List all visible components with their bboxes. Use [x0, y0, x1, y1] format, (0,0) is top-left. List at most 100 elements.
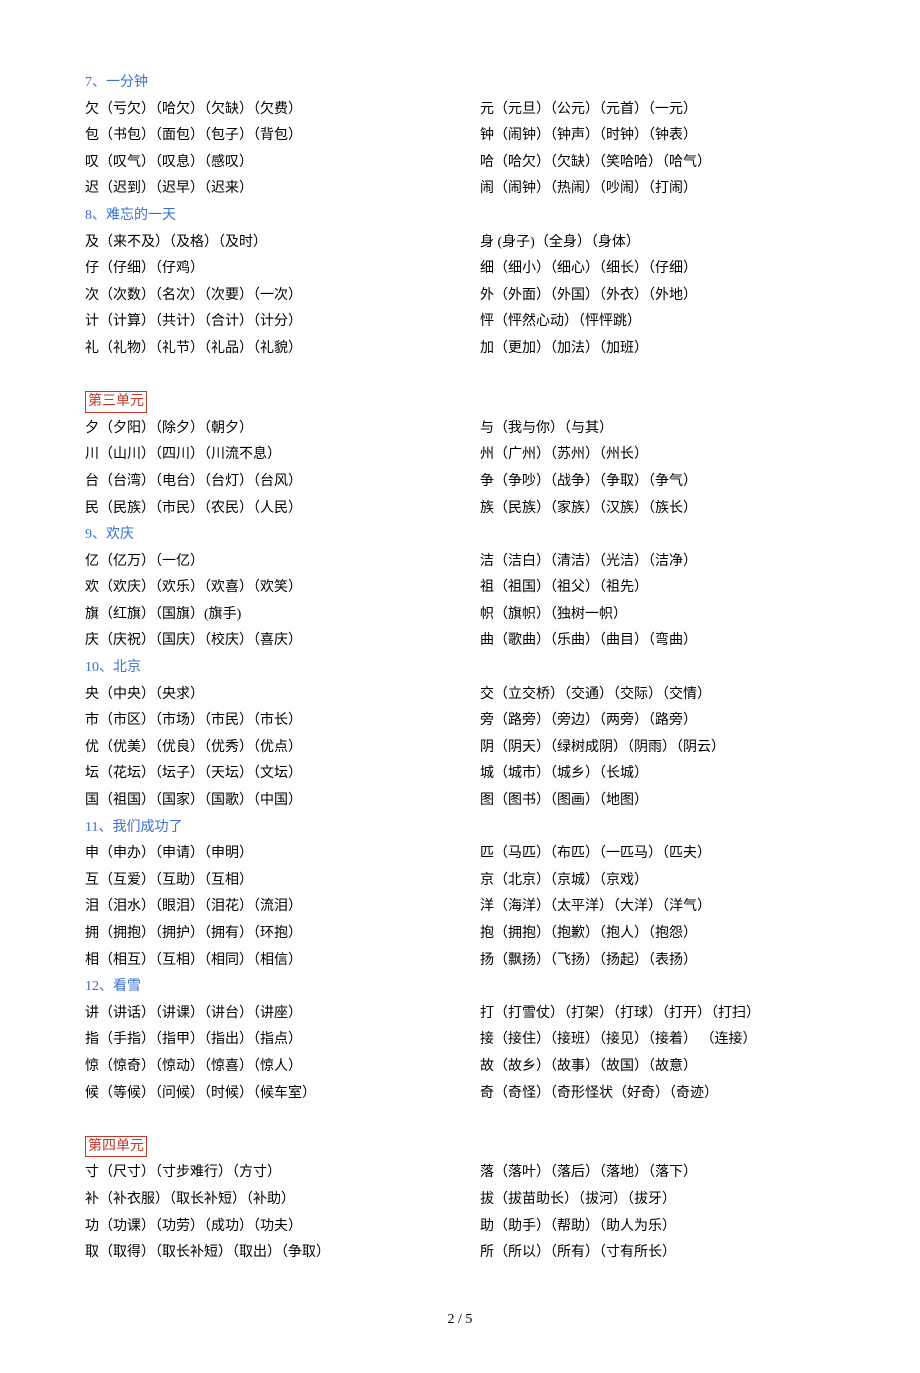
section-heading: 11、我们成功了 — [85, 820, 182, 835]
left-cell: 包（书包）（面包）（包子）（背包） — [85, 123, 480, 150]
left-cell: 候（等候）（问候）（时候）（候车室） — [85, 1081, 480, 1108]
right-cell: 打（打雪仗）（打架）（打球）（打开）（打扫） — [480, 1001, 835, 1028]
text-row: 坛（花坛）（坛子）（天坛）（文坛）城（城市）（城乡）（长城） — [85, 761, 835, 788]
left-cell: 惊（惊奇）（惊动）（惊喜）（惊人） — [85, 1054, 480, 1081]
left-cell: 及（来不及）（及格）（及时） — [85, 230, 480, 257]
left-cell: 台（台湾）（电台）（台灯）（台风） — [85, 469, 480, 496]
left-cell: 川（山川）（四川）（川流不息） — [85, 442, 480, 469]
text-row: 包（书包）（面包）（包子）（背包）钟（闹钟）（钟声）（时钟）（钟表） — [85, 123, 835, 150]
right-cell: 族（民族）（家族）（汉族）（族长） — [480, 496, 835, 523]
left-cell: 夕（夕阳）（除夕）（朝夕） — [85, 416, 480, 443]
text-row: 10、北京 — [85, 655, 835, 682]
text-row: 补（补衣服）（取长补短）（补助）拔（拔苗助长）（拔河）（拔牙） — [85, 1187, 835, 1214]
section-heading: 12、看雪 — [85, 979, 141, 994]
left-cell — [85, 1107, 480, 1134]
text-row: 欠（亏欠）（哈欠）（欠缺）（欠费）元（元旦）（公元）（元首）（一元） — [85, 97, 835, 124]
left-cell: 相（相互）（互相）（相同）（相信） — [85, 948, 480, 975]
left-cell: 9、欢庆 — [85, 522, 480, 549]
right-cell: 身 (身子)（全身）（身体） — [480, 230, 835, 257]
left-cell: 庆（庆祝）（国庆）（校庆）（喜庆） — [85, 628, 480, 655]
unit-heading: 第三单元 — [85, 391, 147, 413]
left-cell: 欠（亏欠）（哈欠）（欠缺）（欠费） — [85, 97, 480, 124]
right-cell — [480, 815, 835, 842]
left-cell: 优（优美）（优良）（优秀）（优点） — [85, 735, 480, 762]
text-row: 申（申办）（申请）（申明）匹（马匹）（布匹）（一匹马）（匹夫） — [85, 841, 835, 868]
left-cell: 申（申办）（申请）（申明） — [85, 841, 480, 868]
right-cell — [480, 70, 835, 97]
left-cell: 寸（尺寸）（寸步难行）（方寸） — [85, 1160, 480, 1187]
text-row: 市（市区）（市场）（市民）（市长）旁（路旁）（旁边）（两旁）（路旁） — [85, 708, 835, 735]
text-row — [85, 1107, 835, 1134]
right-cell — [480, 974, 835, 1001]
left-cell: 亿（亿万）（一亿） — [85, 549, 480, 576]
text-row: 12、看雪 — [85, 974, 835, 1001]
left-cell: 礼（礼物）（礼节）（礼品）（礼貌） — [85, 336, 480, 363]
left-cell: 取（取得）（取长补短）（取出）（争取） — [85, 1240, 480, 1267]
right-cell: 奇（奇怪）（奇形怪状（好奇）（奇迹） — [480, 1081, 835, 1108]
text-row: 仔（仔细）（仔鸡）细（细小）（细心）（细长）（仔细） — [85, 256, 835, 283]
left-cell: 8、难忘的一天 — [85, 203, 480, 230]
section-heading: 9、欢庆 — [85, 527, 134, 542]
right-cell: 帜（旗帜）（独树一帜） — [480, 602, 835, 629]
right-cell — [480, 389, 835, 416]
left-cell: 市（市区）（市场）（市民）（市长） — [85, 708, 480, 735]
right-cell — [480, 363, 835, 390]
text-row: 取（取得）（取长补短）（取出）（争取）所（所以）（所有）（寸有所长） — [85, 1240, 835, 1267]
left-cell: 国（祖国）（国家）（国歌）（中国） — [85, 788, 480, 815]
text-row: 旗（红旗）（国旗）(旗手)帜（旗帜）（独树一帜） — [85, 602, 835, 629]
right-cell: 故（故乡）（故事）（故国）（故意） — [480, 1054, 835, 1081]
text-row: 民（民族）（市民）（农民）（人民）族（民族）（家族）（汉族）（族长） — [85, 496, 835, 523]
left-cell: 7、一分钟 — [85, 70, 480, 97]
left-cell: 补（补衣服）（取长补短）（补助） — [85, 1187, 480, 1214]
text-row: 亿（亿万）（一亿）洁（洁白）（清洁）（光洁）（洁净） — [85, 549, 835, 576]
text-row: 川（山川）（四川）（川流不息）州（广州）（苏州）（州长） — [85, 442, 835, 469]
right-cell: 京（北京）（京城）（京戏） — [480, 868, 835, 895]
right-cell: 怦（怦然心动）（怦怦跳） — [480, 309, 835, 336]
right-cell: 洁（洁白）（清洁）（光洁）（洁净） — [480, 549, 835, 576]
text-row: 及（来不及）（及格）（及时）身 (身子)（全身）（身体） — [85, 230, 835, 257]
left-cell — [85, 363, 480, 390]
left-cell: 互（互爱）（互助）（互相） — [85, 868, 480, 895]
text-row: 国（祖国）（国家）（国歌）（中国）图（图书）（图画）（地图） — [85, 788, 835, 815]
left-cell: 指（手指）（指甲）（指出）（指点） — [85, 1027, 480, 1054]
left-cell: 仔（仔细）（仔鸡） — [85, 256, 480, 283]
section-heading: 8、难忘的一天 — [85, 208, 176, 223]
text-row: 夕（夕阳）（除夕）（朝夕）与（我与你）（与其） — [85, 416, 835, 443]
right-cell: 闹（闹钟）（热闹）（吵闹）（打闹） — [480, 176, 835, 203]
left-cell: 次（次数）（名次）（次要）（一次） — [85, 283, 480, 310]
text-row: 欢（欢庆）（欢乐）（欢喜）（欢笑）祖（祖国）（祖父）（祖先） — [85, 575, 835, 602]
left-cell: 11、我们成功了 — [85, 815, 480, 842]
text-row: 相（相互）（互相）（相同）（相信）扬（飘扬）（飞扬）（扬起）（表扬） — [85, 948, 835, 975]
right-cell: 争（争吵）（战争）（争取）（争气） — [480, 469, 835, 496]
right-cell: 旁（路旁）（旁边）（两旁）（路旁） — [480, 708, 835, 735]
left-cell: 10、北京 — [85, 655, 480, 682]
right-cell: 助（助手）（帮助）（助人为乐） — [480, 1214, 835, 1241]
right-cell: 城（城市）（城乡）（长城） — [480, 761, 835, 788]
right-cell: 细（细小）（细心）（细长）（仔细） — [480, 256, 835, 283]
right-cell: 钟（闹钟）（钟声）（时钟）（钟表） — [480, 123, 835, 150]
section-heading: 10、北京 — [85, 660, 141, 675]
text-row: 9、欢庆 — [85, 522, 835, 549]
right-cell: 洋（海洋）（太平洋）（大洋）（洋气） — [480, 894, 835, 921]
left-cell: 第三单元 — [85, 389, 480, 416]
right-cell — [480, 522, 835, 549]
text-row: 拥（拥抱）（拥护）（拥有）（环抱）抱（拥抱）（抱歉）（抱人）（抱怨） — [85, 921, 835, 948]
right-cell: 扬（飘扬）（飞扬）（扬起）（表扬） — [480, 948, 835, 975]
text-row: 次（次数）（名次）（次要）（一次）外（外面）（外国）（外衣）（外地） — [85, 283, 835, 310]
document-body: 7、一分钟欠（亏欠）（哈欠）（欠缺）（欠费）元（元旦）（公元）（元首）（一元）包… — [85, 70, 835, 1267]
text-row: 第三单元 — [85, 389, 835, 416]
right-cell: 交（立交桥）（交通）（交际）（交情） — [480, 682, 835, 709]
right-cell — [480, 1134, 835, 1161]
right-cell: 阴（阴天）（绿树成阴）（阴雨）（阴云） — [480, 735, 835, 762]
text-row: 台（台湾）（电台）（台灯）（台风）争（争吵）（战争）（争取）（争气） — [85, 469, 835, 496]
right-cell: 外（外面）（外国）（外衣）（外地） — [480, 283, 835, 310]
text-row: 庆（庆祝）（国庆）（校庆）（喜庆）曲（歌曲）（乐曲）（曲目）（弯曲） — [85, 628, 835, 655]
right-cell — [480, 1107, 835, 1134]
left-cell: 央（中央）（央求） — [85, 682, 480, 709]
left-cell: 拥（拥抱）（拥护）（拥有）（环抱） — [85, 921, 480, 948]
text-row: 候（等候）（问候）（时候）（候车室）奇（奇怪）（奇形怪状（好奇）（奇迹） — [85, 1081, 835, 1108]
text-row: 功（功课）（功劳）（成功）（功夫）助（助手）（帮助）（助人为乐） — [85, 1214, 835, 1241]
left-cell: 讲（讲话）（讲课）（讲台）（讲座） — [85, 1001, 480, 1028]
text-row: 迟（迟到）（迟早）（迟来）闹（闹钟）（热闹）（吵闹）（打闹） — [85, 176, 835, 203]
left-cell: 功（功课）（功劳）（成功）（功夫） — [85, 1214, 480, 1241]
